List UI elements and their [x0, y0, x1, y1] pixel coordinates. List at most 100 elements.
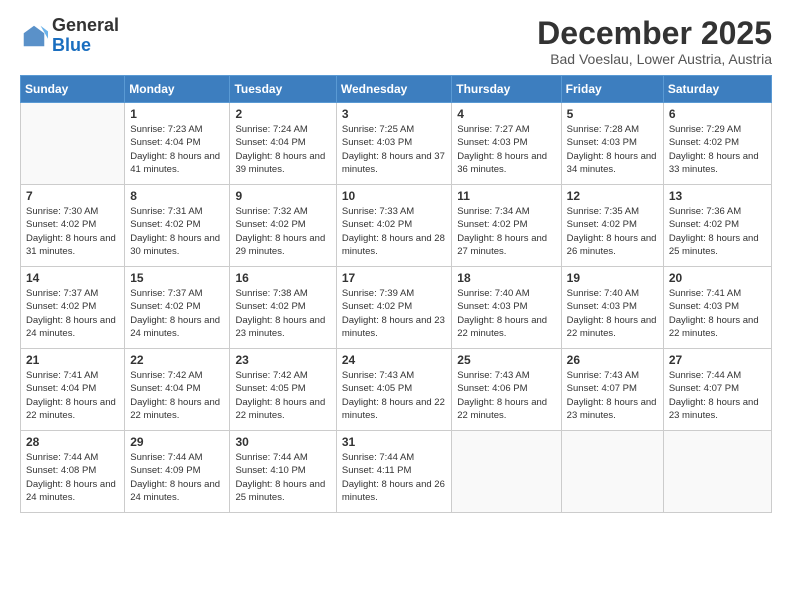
day-info: Sunrise: 7:44 AMSunset: 4:10 PMDaylight:…	[235, 451, 330, 504]
day-info: Sunrise: 7:29 AMSunset: 4:02 PMDaylight:…	[669, 123, 766, 176]
calendar-cell: 28 Sunrise: 7:44 AMSunset: 4:08 PMDayligh…	[21, 431, 125, 513]
day-info: Sunrise: 7:39 AMSunset: 4:02 PMDaylight:…	[342, 287, 446, 340]
logo-icon	[20, 22, 48, 50]
page-container: General Blue December 2025 Bad Voeslau, …	[0, 0, 792, 523]
calendar-cell: 29 Sunrise: 7:44 AMSunset: 4:09 PMDayligh…	[125, 431, 230, 513]
day-number: 7	[26, 189, 119, 203]
day-info: Sunrise: 7:41 AMSunset: 4:03 PMDaylight:…	[669, 287, 766, 340]
calendar-cell: 25 Sunrise: 7:43 AMSunset: 4:06 PMDayligh…	[452, 349, 561, 431]
day-number: 11	[457, 189, 555, 203]
day-number: 15	[130, 271, 224, 285]
calendar-header-row: SundayMondayTuesdayWednesdayThursdayFrid…	[21, 76, 772, 103]
calendar-cell: 20Sunrise: 7:41 AMSunset: 4:03 PMDayligh…	[663, 267, 771, 349]
header: General Blue December 2025 Bad Voeslau, …	[20, 16, 772, 67]
calendar-cell: 23Sunrise: 7:42 AMSunset: 4:05 PMDayligh…	[230, 349, 336, 431]
day-info: Sunrise: 7:40 AMSunset: 4:03 PMDaylight:…	[457, 287, 555, 340]
week-row-5: 28 Sunrise: 7:44 AMSunset: 4:08 PMDayligh…	[21, 431, 772, 513]
calendar-cell: 19 Sunrise: 7:40 AMSunset: 4:03 PMDayligh…	[561, 267, 663, 349]
week-row-2: 7 Sunrise: 7:30 AMSunset: 4:02 PMDaylight…	[21, 185, 772, 267]
calendar-cell: 21Sunrise: 7:41 AMSunset: 4:04 PMDayligh…	[21, 349, 125, 431]
day-info: Sunrise: 7:40 AMSunset: 4:03 PMDaylight:…	[567, 287, 658, 340]
day-number: 3	[342, 107, 446, 121]
day-number: 31	[342, 435, 446, 449]
week-row-1: 1 Sunrise: 7:23 AMSunset: 4:04 PMDaylight…	[21, 103, 772, 185]
calendar-cell: 12Sunrise: 7:35 AMSunset: 4:02 PMDayligh…	[561, 185, 663, 267]
col-header-saturday: Saturday	[663, 76, 771, 103]
week-row-4: 21Sunrise: 7:41 AMSunset: 4:04 PMDayligh…	[21, 349, 772, 431]
location: Bad Voeslau, Lower Austria, Austria	[537, 51, 772, 67]
day-number: 23	[235, 353, 330, 367]
day-number: 14	[26, 271, 119, 285]
day-number: 12	[567, 189, 658, 203]
day-info: Sunrise: 7:37 AMSunset: 4:02 PMDaylight:…	[130, 287, 224, 340]
col-header-tuesday: Tuesday	[230, 76, 336, 103]
calendar-cell: 26Sunrise: 7:43 AMSunset: 4:07 PMDayligh…	[561, 349, 663, 431]
calendar-cell: 31Sunrise: 7:44 AMSunset: 4:11 PMDayligh…	[336, 431, 451, 513]
calendar-cell: 15 Sunrise: 7:37 AMSunset: 4:02 PMDayligh…	[125, 267, 230, 349]
day-info: Sunrise: 7:44 AMSunset: 4:08 PMDaylight:…	[26, 451, 119, 504]
calendar-cell: 5 Sunrise: 7:28 AMSunset: 4:03 PMDaylight…	[561, 103, 663, 185]
day-number: 29	[130, 435, 224, 449]
day-info: Sunrise: 7:30 AMSunset: 4:02 PMDaylight:…	[26, 205, 119, 258]
calendar-cell: 3Sunrise: 7:25 AMSunset: 4:03 PMDaylight…	[336, 103, 451, 185]
day-number: 21	[26, 353, 119, 367]
day-number: 6	[669, 107, 766, 121]
col-header-sunday: Sunday	[21, 76, 125, 103]
day-number: 26	[567, 353, 658, 367]
calendar-cell: 22Sunrise: 7:42 AMSunset: 4:04 PMDayligh…	[125, 349, 230, 431]
day-number: 10	[342, 189, 446, 203]
title-block: December 2025 Bad Voeslau, Lower Austria…	[537, 16, 772, 67]
calendar-cell: 2Sunrise: 7:24 AMSunset: 4:04 PMDaylight…	[230, 103, 336, 185]
day-number: 1	[130, 107, 224, 121]
day-info: Sunrise: 7:38 AMSunset: 4:02 PMDaylight:…	[235, 287, 330, 340]
day-number: 24	[342, 353, 446, 367]
day-info: Sunrise: 7:23 AMSunset: 4:04 PMDaylight:…	[130, 123, 224, 176]
day-info: Sunrise: 7:27 AMSunset: 4:03 PMDaylight:…	[457, 123, 555, 176]
calendar-cell: 16 Sunrise: 7:38 AMSunset: 4:02 PMDayligh…	[230, 267, 336, 349]
logo: General Blue	[20, 16, 119, 56]
week-row-3: 14 Sunrise: 7:37 AMSunset: 4:02 PMDayligh…	[21, 267, 772, 349]
col-header-thursday: Thursday	[452, 76, 561, 103]
calendar-cell: 9Sunrise: 7:32 AMSunset: 4:02 PMDaylight…	[230, 185, 336, 267]
col-header-wednesday: Wednesday	[336, 76, 451, 103]
day-info: Sunrise: 7:24 AMSunset: 4:04 PMDaylight:…	[235, 123, 330, 176]
day-info: Sunrise: 7:44 AMSunset: 4:07 PMDaylight:…	[669, 369, 766, 422]
day-number: 19	[567, 271, 658, 285]
day-info: Sunrise: 7:43 AMSunset: 4:06 PMDaylight:…	[457, 369, 555, 422]
day-info: Sunrise: 7:34 AMSunset: 4:02 PMDaylight:…	[457, 205, 555, 258]
calendar-cell: 11 Sunrise: 7:34 AMSunset: 4:02 PMDayligh…	[452, 185, 561, 267]
day-info: Sunrise: 7:31 AMSunset: 4:02 PMDaylight:…	[130, 205, 224, 258]
calendar-cell: 4 Sunrise: 7:27 AMSunset: 4:03 PMDaylight…	[452, 103, 561, 185]
logo-general-text: General	[52, 15, 119, 35]
calendar-cell	[561, 431, 663, 513]
calendar-cell: 17 Sunrise: 7:39 AMSunset: 4:02 PMDayligh…	[336, 267, 451, 349]
day-info: Sunrise: 7:28 AMSunset: 4:03 PMDaylight:…	[567, 123, 658, 176]
calendar-cell: 8 Sunrise: 7:31 AMSunset: 4:02 PMDaylight…	[125, 185, 230, 267]
day-info: Sunrise: 7:37 AMSunset: 4:02 PMDaylight:…	[26, 287, 119, 340]
day-number: 17	[342, 271, 446, 285]
calendar-cell: 30 Sunrise: 7:44 AMSunset: 4:10 PMDayligh…	[230, 431, 336, 513]
day-number: 16	[235, 271, 330, 285]
day-info: Sunrise: 7:43 AMSunset: 4:05 PMDaylight:…	[342, 369, 446, 422]
calendar-table: SundayMondayTuesdayWednesdayThursdayFrid…	[20, 75, 772, 513]
calendar-cell	[21, 103, 125, 185]
calendar-cell: 14 Sunrise: 7:37 AMSunset: 4:02 PMDayligh…	[21, 267, 125, 349]
calendar-cell	[663, 431, 771, 513]
calendar-cell: 24 Sunrise: 7:43 AMSunset: 4:05 PMDayligh…	[336, 349, 451, 431]
calendar-cell: 10Sunrise: 7:33 AMSunset: 4:02 PMDayligh…	[336, 185, 451, 267]
day-number: 30	[235, 435, 330, 449]
day-info: Sunrise: 7:36 AMSunset: 4:02 PMDaylight:…	[669, 205, 766, 258]
col-header-monday: Monday	[125, 76, 230, 103]
logo-blue-text: Blue	[52, 35, 91, 55]
month-title: December 2025	[537, 16, 772, 51]
day-number: 13	[669, 189, 766, 203]
calendar-cell: 7 Sunrise: 7:30 AMSunset: 4:02 PMDaylight…	[21, 185, 125, 267]
calendar-cell: 6 Sunrise: 7:29 AMSunset: 4:02 PMDaylight…	[663, 103, 771, 185]
day-info: Sunrise: 7:32 AMSunset: 4:02 PMDaylight:…	[235, 205, 330, 258]
day-number: 28	[26, 435, 119, 449]
day-number: 25	[457, 353, 555, 367]
day-number: 4	[457, 107, 555, 121]
day-number: 8	[130, 189, 224, 203]
day-info: Sunrise: 7:44 AMSunset: 4:09 PMDaylight:…	[130, 451, 224, 504]
day-number: 5	[567, 107, 658, 121]
